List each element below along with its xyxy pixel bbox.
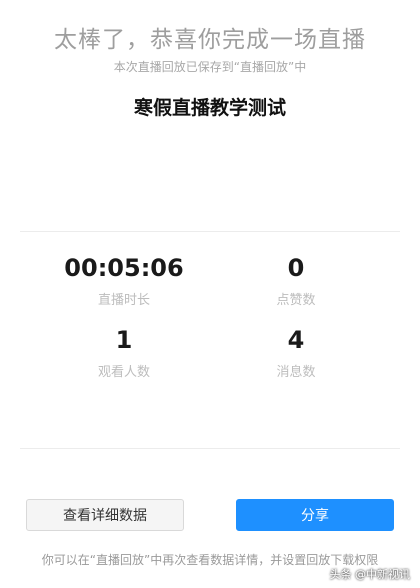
stat-messages-value: 4 [287,326,305,354]
stat-duration-value: 00:05:06 [64,254,184,282]
congrats-heading: 太棒了，恭喜你完成一场直播 [54,27,366,53]
stat-duration-label: 直播时长 [97,293,150,308]
saved-note: 本次直播回放已保存到“直播回放”中 [113,60,307,74]
stat-likes-value: 0 [287,254,305,282]
stat-viewers-value: 1 [115,326,133,354]
stat-viewers: 1 观看人数 [24,325,224,380]
live-title: 寒假直播教学测试 [133,97,286,119]
stat-likes-label: 点赞数 [276,293,316,308]
watermark: 头条 @中新视讯 [329,568,411,581]
stat-messages-label: 消息数 [276,365,316,380]
divider-top [20,231,400,232]
divider-bottom [20,448,400,449]
share-button[interactable]: 分享 [236,499,394,531]
stat-duration: 00:05:06 直播时长 [24,253,224,308]
view-details-button[interactable]: 查看详细数据 [26,499,184,531]
stat-messages: 4 消息数 [196,325,396,380]
stat-likes: 0 点赞数 [196,253,396,308]
stat-viewers-label: 观看人数 [97,365,150,380]
